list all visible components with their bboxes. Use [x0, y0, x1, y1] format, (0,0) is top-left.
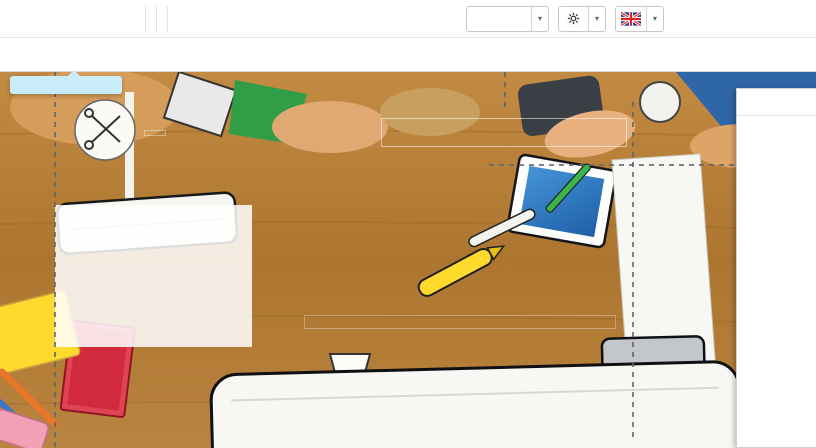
intro-text[interactable] [304, 315, 616, 329]
guide-line-right [632, 102, 634, 437]
uk-flag-icon[interactable] [616, 7, 646, 31]
site-bottom-strip[interactable] [55, 437, 736, 448]
toolbar-divider [145, 5, 146, 32]
toolbar-divider [156, 5, 157, 32]
app-window: ▾ ▾ ▾ [0, 0, 816, 448]
gear-icon[interactable] [559, 7, 588, 31]
site-top-strip[interactable] [0, 76, 816, 87]
language-button[interactable]: ▾ [615, 5, 664, 32]
intro-text-block[interactable] [287, 298, 631, 413]
add-text-tooltip [10, 70, 122, 94]
toolbar-divider [167, 5, 168, 32]
page-select-value[interactable] [467, 7, 531, 31]
steps-panel [736, 88, 816, 448]
steps-panel-title [737, 89, 816, 116]
site-header[interactable] [130, 110, 630, 156]
editor-canvas[interactable] [0, 72, 816, 448]
scissors-sketch [74, 99, 136, 161]
page-select-caret[interactable]: ▾ [531, 6, 548, 31]
language-caret[interactable]: ▾ [646, 6, 663, 31]
settings-caret[interactable]: ▾ [588, 6, 605, 31]
topbar-right-controls: ▾ ▾ ▾ [466, 5, 664, 32]
guide-line-nav-left [504, 72, 506, 110]
page-select[interactable]: ▾ [466, 5, 549, 32]
site-nav[interactable] [381, 118, 627, 147]
guide-line-horizontal [489, 164, 736, 166]
site-brand-box[interactable] [144, 130, 166, 136]
guide-line-left [54, 72, 56, 448]
hero-text-block[interactable] [55, 205, 252, 347]
settings-button[interactable]: ▾ [558, 5, 606, 32]
top-toolbar: ▾ ▾ ▾ [0, 0, 816, 38]
elements-toolbar [0, 38, 816, 72]
